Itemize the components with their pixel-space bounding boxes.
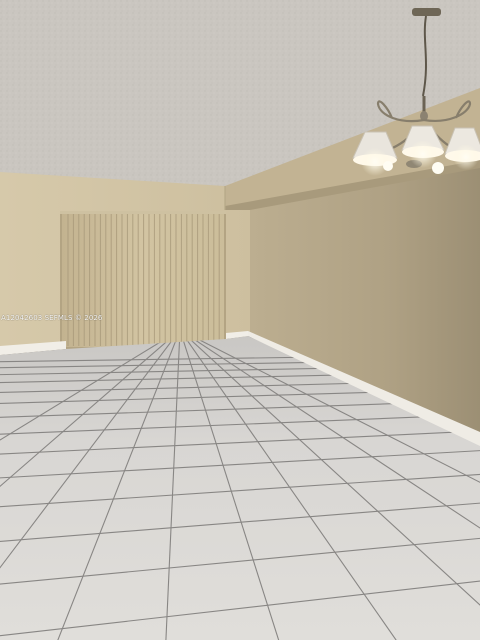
room-photo: A12042603 SEFMLS © 2026 xyxy=(0,0,480,640)
lamp-shade-back-right xyxy=(432,162,444,174)
listing-watermark: A12042603 SEFMLS © 2026 xyxy=(1,314,103,322)
lamp-shade-back-left xyxy=(383,161,393,171)
vertical-blinds xyxy=(60,211,226,349)
